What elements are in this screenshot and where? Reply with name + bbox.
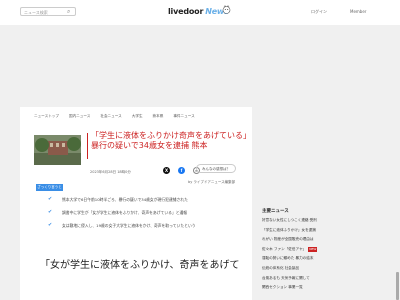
article-author: by ライブドアニュース編集部 [188,180,236,184]
main-news-sidebar: 主要ニュース 好意ない女性にしつこく連絡 受刑 「学生に液体ふりかけ」女を逮捕 … [261,202,400,300]
login-link[interactable]: ログイン [311,9,327,15]
breadcrumb-item[interactable]: ニューストップ [34,114,59,118]
recommend-button[interactable]: みんなの感想は？ [196,164,236,173]
new-badge: NEW [308,246,318,252]
search-icon[interactable]: ⌕ [67,8,70,16]
news-item-text[interactable]: 運転の勢いに頼めた 暴力の結末 [262,256,313,260]
news-item[interactable]: れがい 物産が全国販売の理由は [262,237,317,247]
news-item[interactable]: 「学生に液体ふりかけ」女を逮捕 [262,228,317,238]
summary-text: 女は敷地に侵入し、19歳の女子大学生に液体をかけ、奇声を取っていたという [62,223,196,228]
mascot-icon [222,5,231,14]
article-date: 2023年6月28日 18時0分 [90,170,131,174]
summary-item: ✔ 調書中に学生が「女が学生に液体をふりかけ、奇声をあげている」と通報 [48,210,196,223]
site-logo[interactable]: livedoor News [168,7,229,16]
breadcrumb-item[interactable]: 国内ニュース [69,114,90,118]
scrollbar[interactable] [396,272,399,300]
article-body: 「女が学生に液体をふりかけ、奇声をあげて [40,260,240,271]
news-list: 好意ない女性にしつこく連絡 受刑 「学生に液体ふりかけ」女を逮捕 れがい 物産が… [262,218,318,295]
news-item-text[interactable]: 伝統の体系化 社会製品 [262,266,299,270]
news-item[interactable]: 関西セクション 事業一覧 [262,285,317,295]
sidebar-title: 主要ニュース [262,209,289,214]
news-item-text[interactable]: 好意ない女性にしつこく連絡 受刑 [262,218,317,222]
site-header: ニュース検索 ⌕ livedoor News ログイン Member [0,0,400,25]
news-item-text[interactable]: れがい 物産が全国販売の理由は [262,237,313,241]
breadcrumb: ニューストップ 国内ニュース 社会ニュース 大学生 熊本県 事件ニュース [34,114,205,119]
check-icon: ✔ [48,209,53,215]
breadcrumb-item[interactable]: 社会ニュース [100,114,121,118]
news-item[interactable]: 伝統の体系化 社会製品 [262,266,317,276]
article-title: 「学生に液体をふりかけ奇声をあげている」暴行の疑いで34歳女を逮捕 熊本 [91,131,251,150]
news-item-text[interactable]: 関西セクション 事業一覧 [262,285,303,289]
logo-text: livedoor [168,7,204,16]
news-item-text[interactable]: 台風あるも 天気予報に関して [262,276,310,280]
share-x-icon[interactable]: X [163,167,170,174]
news-item-text[interactable]: 佐々木 ファン「佐伯アヤ」 [262,247,306,251]
news-item[interactable]: 運転の勢いに頼めた 暴力の結末 [262,256,317,266]
summary-list: ✔ 熊本大学で6日午前10時半ごろ、暴行の疑いで34歳女が現行犯逮捕された ✔ 調書… [48,197,196,236]
summary-tag: ざっくり言うと [36,184,63,191]
article-panel: ニューストップ 国内ニュース 社会ニュース 大学生 熊本県 事件ニュース 「学生に液体をふ… [20,107,252,300]
news-item[interactable]: 好意ない女性にしつこく連絡 受刑 [262,218,317,228]
ad-space [0,25,400,107]
summary-text: 調書中に学生が「女が学生に液体をふりかけ、奇声をあげている」と通報 [62,210,188,215]
summary-item: ✔ 女は敷地に侵入し、19歳の女子大学生に液体をかけ、奇声を取っていたという [48,223,196,236]
news-item[interactable]: 台風あるも 天気予報に関して [262,276,317,286]
breadcrumb-item[interactable]: 事件ニュース [173,114,194,118]
news-item[interactable]: 佐々木 ファン「佐伯アヤ」 NEW [262,246,318,257]
summary-text: 熊本大学で6日午前10時半ごろ、暴行の疑いで34歳女が現行犯逮捕された [62,197,188,202]
summary-item: ✔ 熊本大学で6日午前10時半ごろ、暴行の疑いで34歳女が現行犯逮捕された [48,197,196,210]
share-facebook-icon[interactable]: f [178,167,185,174]
breadcrumb-item[interactable]: 熊本県 [153,114,164,118]
title-accent-bar [87,133,88,159]
breadcrumb-item[interactable]: 大学生 [132,114,143,118]
member-link[interactable]: Member [350,9,366,14]
news-item-text[interactable]: 「学生に液体ふりかけ」女を逮捕 [262,228,316,232]
check-icon: ✔ [48,196,53,202]
check-icon: ✔ [48,222,53,228]
article-thumbnail[interactable] [34,135,81,165]
